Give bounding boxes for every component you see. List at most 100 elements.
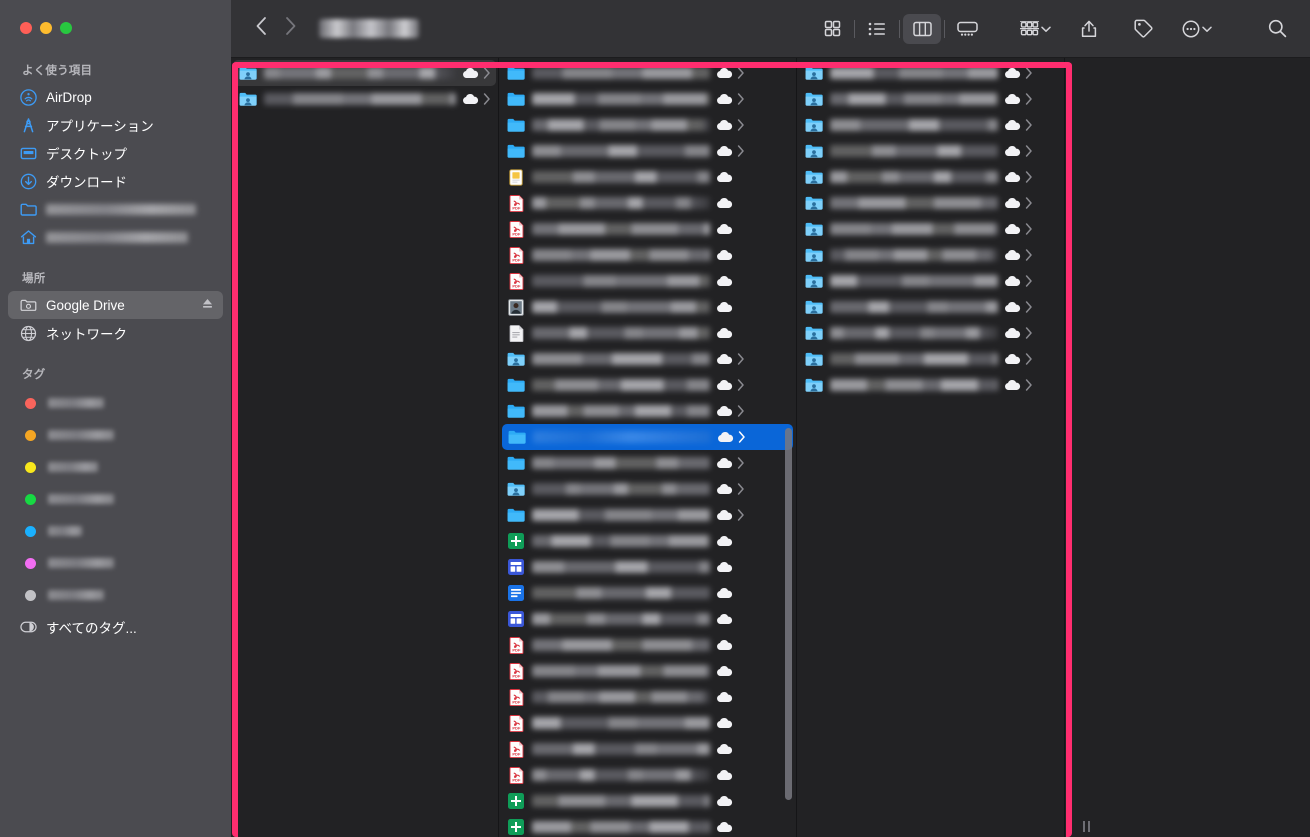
sidebar-item-downloads-icon[interactable]: ダウンロード (8, 167, 223, 195)
sidebar-item-tag-dot-green[interactable] (8, 483, 223, 515)
cloud-status-icon[interactable] (1004, 301, 1021, 313)
table-row[interactable] (501, 580, 794, 606)
table-row[interactable]: PDF (501, 684, 794, 710)
cloud-status-icon[interactable] (1004, 145, 1021, 157)
sidebar-item-desktop-icon[interactable]: デスクトップ (8, 139, 223, 167)
cloud-status-icon[interactable] (1004, 67, 1021, 79)
table-row[interactable] (799, 372, 1062, 398)
cloud-status-icon[interactable] (716, 483, 733, 495)
sidebar-item-folder-icon[interactable] (8, 195, 223, 223)
table-row[interactable] (501, 814, 794, 837)
sidebar-item-home-icon[interactable] (8, 223, 223, 251)
cloud-status-icon[interactable] (1004, 353, 1021, 365)
table-row[interactable] (501, 346, 794, 372)
table-row[interactable] (501, 60, 794, 86)
sidebar-item-tag-dot-blue[interactable] (8, 515, 223, 547)
table-row[interactable] (501, 450, 794, 476)
sidebar-item-all-tags-icon[interactable]: すべてのタグ... (8, 611, 223, 643)
tag-button[interactable] (1124, 14, 1162, 44)
table-row[interactable] (233, 86, 496, 112)
cloud-status-icon[interactable] (1004, 171, 1021, 183)
cloud-status-icon[interactable] (716, 93, 733, 105)
cloud-status-icon[interactable] (716, 249, 733, 261)
table-row[interactable] (799, 268, 1062, 294)
group-by-button[interactable] (1016, 14, 1054, 44)
sidebar-item-tag-dot-gray[interactable] (8, 579, 223, 611)
sidebar-item-applications-icon[interactable]: アプリケーション (8, 111, 223, 139)
cloud-status-icon[interactable] (716, 587, 733, 599)
cloud-status-icon[interactable] (1004, 379, 1021, 391)
table-row[interactable] (501, 112, 794, 138)
cloud-status-icon[interactable] (716, 327, 733, 339)
cloud-status-icon[interactable] (716, 457, 733, 469)
table-row[interactable] (233, 60, 496, 86)
cloud-status-icon[interactable] (716, 301, 733, 313)
list-view-button[interactable] (858, 14, 896, 44)
cloud-status-icon[interactable] (716, 743, 733, 755)
cloud-status-icon[interactable] (716, 119, 733, 131)
table-row[interactable] (501, 398, 794, 424)
cloud-status-icon[interactable] (716, 509, 733, 521)
cloud-status-icon[interactable] (716, 535, 733, 547)
table-row[interactable] (501, 86, 794, 112)
search-button[interactable] (1258, 14, 1296, 44)
cloud-status-icon[interactable] (716, 613, 733, 625)
table-row[interactable]: PDF (501, 190, 794, 216)
table-row[interactable] (501, 138, 794, 164)
cloud-status-icon[interactable] (716, 67, 733, 79)
table-row[interactable] (502, 424, 793, 450)
table-row[interactable] (799, 294, 1062, 320)
cloud-status-icon[interactable] (1004, 223, 1021, 235)
table-row[interactable] (501, 554, 794, 580)
cloud-status-icon[interactable] (716, 379, 733, 391)
table-row[interactable] (799, 60, 1062, 86)
more-options-button[interactable] (1178, 14, 1216, 44)
cloud-status-icon[interactable] (716, 145, 733, 157)
table-row[interactable] (799, 242, 1062, 268)
table-row[interactable] (501, 606, 794, 632)
table-row[interactable]: PDF (501, 216, 794, 242)
table-row[interactable]: PDF (501, 736, 794, 762)
table-row[interactable] (799, 346, 1062, 372)
table-row[interactable] (501, 476, 794, 502)
sidebar-item-tag-dot-orange[interactable] (8, 419, 223, 451)
sidebar-item-network-icon[interactable]: ネットワーク (8, 319, 223, 347)
cloud-status-icon[interactable] (716, 171, 733, 183)
cloud-status-icon[interactable] (1004, 119, 1021, 131)
minimize-button[interactable] (40, 22, 52, 34)
close-button[interactable] (20, 22, 32, 34)
cloud-status-icon[interactable] (716, 821, 733, 833)
cloud-status-icon[interactable] (716, 561, 733, 573)
table-row[interactable] (501, 294, 794, 320)
forward-button[interactable] (285, 16, 297, 41)
cloud-status-icon[interactable] (717, 431, 734, 443)
back-button[interactable] (255, 16, 267, 41)
table-row[interactable]: PDF (501, 632, 794, 658)
cloud-status-icon[interactable] (716, 353, 733, 365)
icon-view-button[interactable] (813, 14, 851, 44)
cloud-status-icon[interactable] (716, 691, 733, 703)
cloud-status-icon[interactable] (462, 67, 479, 79)
sidebar-item-tag-dot-yellow[interactable] (8, 451, 223, 483)
table-row[interactable] (799, 112, 1062, 138)
table-row[interactable] (501, 372, 794, 398)
table-row[interactable] (501, 788, 794, 814)
cloud-status-icon[interactable] (716, 639, 733, 651)
sidebar-item-tag-dot-purple[interactable] (8, 547, 223, 579)
vertical-scrollbar[interactable] (785, 428, 792, 800)
cloud-status-icon[interactable] (1004, 197, 1021, 209)
table-row[interactable] (501, 528, 794, 554)
cloud-status-icon[interactable] (716, 665, 733, 677)
window-resize-grip[interactable] (1083, 821, 1090, 832)
cloud-status-icon[interactable] (716, 795, 733, 807)
cloud-status-icon[interactable] (716, 717, 733, 729)
table-row[interactable]: PDF (501, 658, 794, 684)
table-row[interactable] (799, 320, 1062, 346)
table-row[interactable]: PDF (501, 268, 794, 294)
table-row[interactable] (799, 138, 1062, 164)
table-row[interactable] (501, 164, 794, 190)
eject-icon[interactable] (201, 297, 214, 313)
cloud-status-icon[interactable] (716, 769, 733, 781)
cloud-status-icon[interactable] (716, 197, 733, 209)
table-row[interactable] (501, 502, 794, 528)
